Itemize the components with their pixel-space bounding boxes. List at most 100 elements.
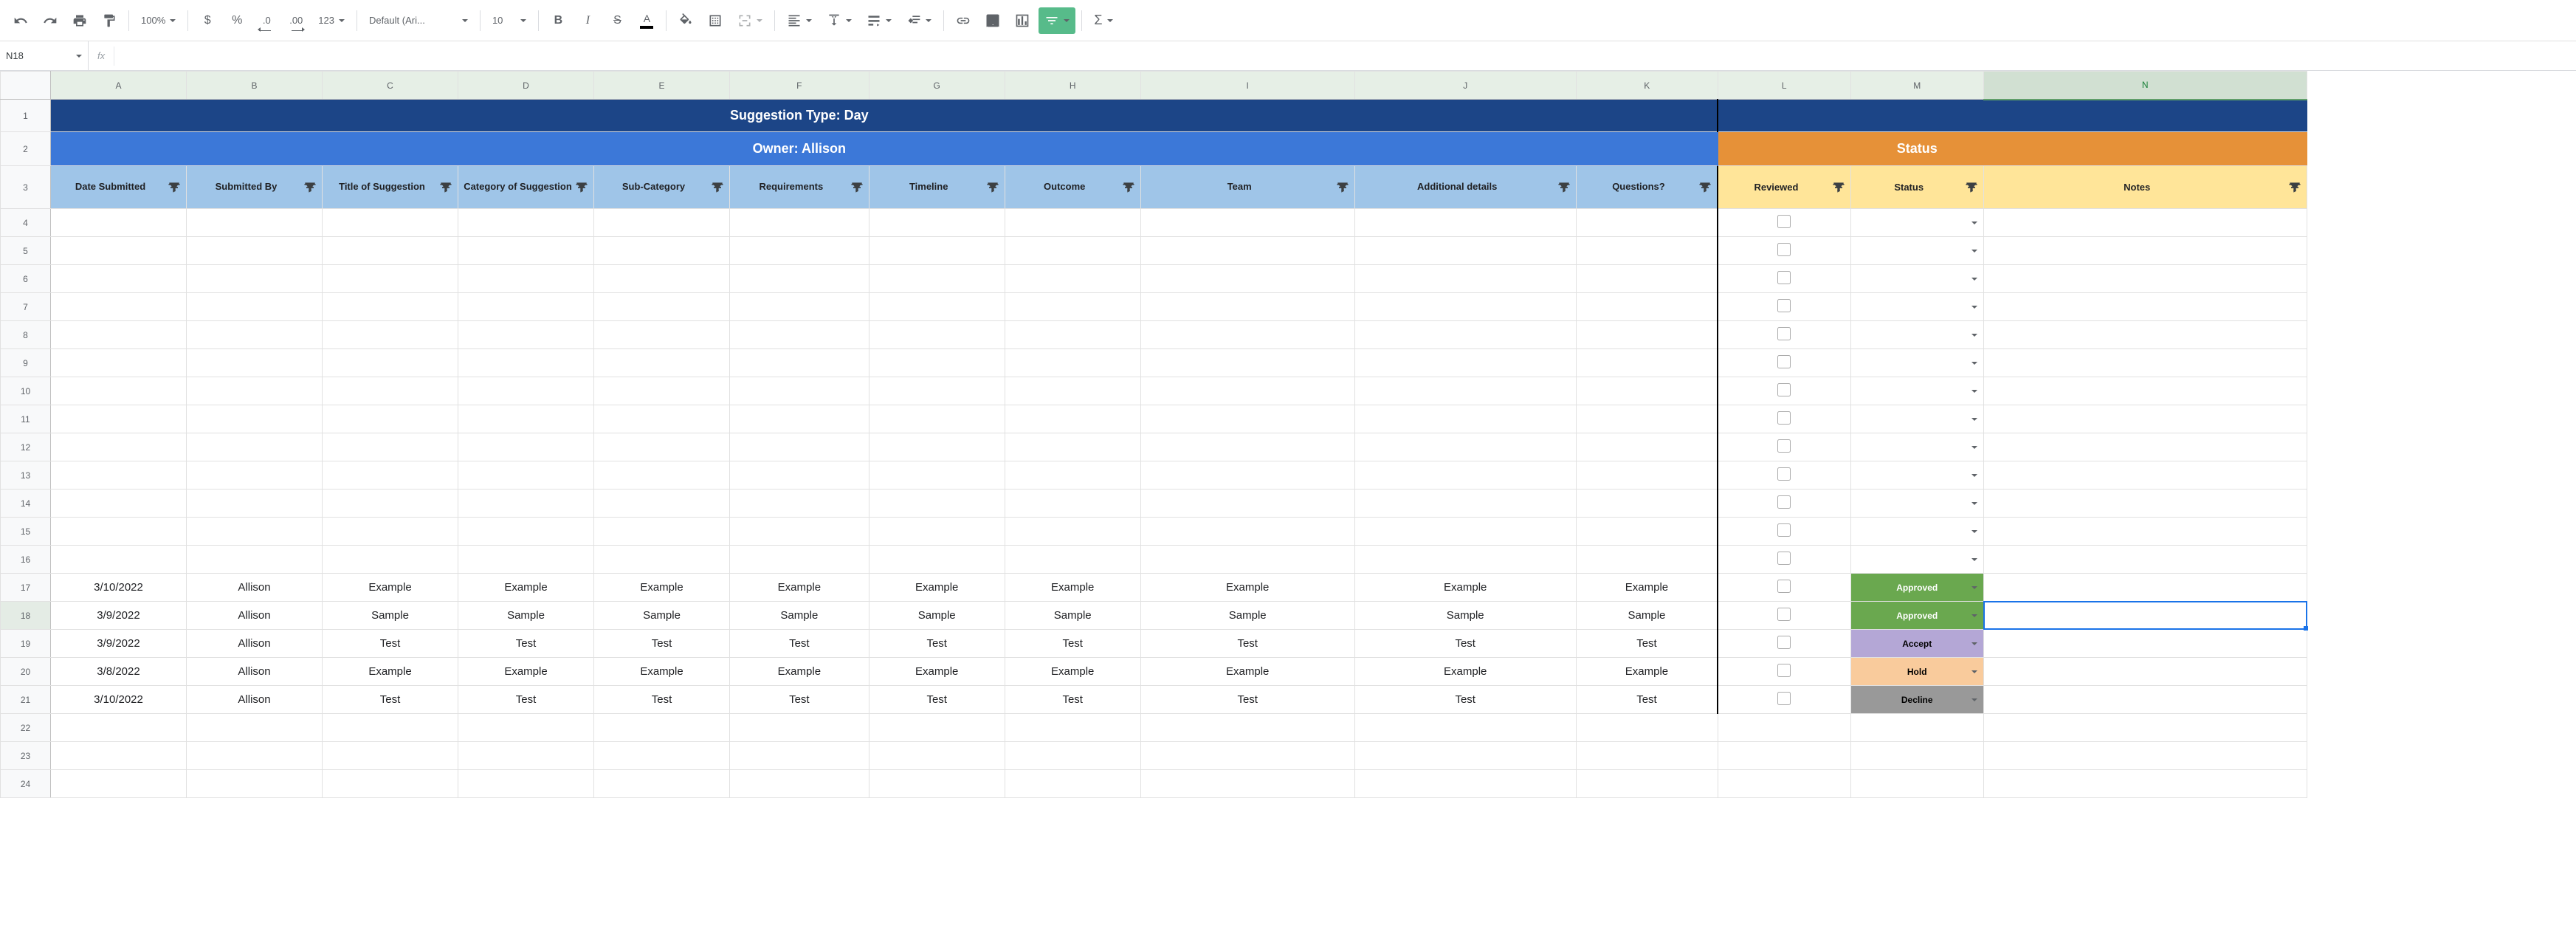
dropdown-arrow-icon[interactable]	[1971, 306, 1977, 309]
data-cell[interactable]: 3/8/2022	[51, 658, 187, 686]
cell[interactable]	[1140, 321, 1354, 349]
cell[interactable]	[869, 714, 1005, 742]
reviewed-checkbox-cell[interactable]	[1718, 546, 1850, 574]
cell[interactable]	[323, 405, 458, 433]
data-cell[interactable]: Sample	[730, 602, 869, 630]
cell[interactable]	[869, 377, 1005, 405]
filter-icon[interactable]	[710, 180, 725, 195]
column-header-cell[interactable]: Team	[1140, 166, 1354, 209]
cell[interactable]	[1718, 714, 1850, 742]
status-banner[interactable]	[1983, 132, 2307, 166]
cell[interactable]	[1140, 714, 1354, 742]
dropdown-arrow-icon[interactable]	[1971, 250, 1977, 253]
data-cell[interactable]: Sample	[458, 602, 594, 630]
increase-decimal-button[interactable]: .00	[283, 7, 309, 34]
cell[interactable]	[51, 490, 187, 518]
cell[interactable]	[458, 265, 594, 293]
data-cell[interactable]: Test	[1354, 686, 1576, 714]
link-button[interactable]	[950, 7, 977, 34]
cell[interactable]	[51, 433, 187, 461]
checkbox[interactable]	[1777, 636, 1791, 649]
halign-dropdown[interactable]	[781, 7, 818, 34]
cell[interactable]	[730, 742, 869, 770]
owner-banner[interactable]	[869, 132, 1005, 166]
cell[interactable]	[458, 546, 594, 574]
cell[interactable]	[1576, 405, 1718, 433]
column-header-cell[interactable]: Sub-Category	[594, 166, 730, 209]
cell[interactable]	[323, 433, 458, 461]
notes-cell[interactable]	[1983, 461, 2307, 490]
notes-cell[interactable]	[1983, 602, 2307, 630]
cell[interactable]	[1005, 377, 1140, 405]
cell[interactable]	[458, 405, 594, 433]
filter-icon[interactable]	[1964, 180, 1979, 195]
notes-cell[interactable]	[1983, 546, 2307, 574]
cell[interactable]	[594, 293, 730, 321]
checkbox[interactable]	[1777, 243, 1791, 256]
cell[interactable]	[187, 237, 323, 265]
data-cell[interactable]: Allison	[187, 658, 323, 686]
notes-cell[interactable]	[1983, 349, 2307, 377]
row-header[interactable]: 11	[1, 405, 51, 433]
data-cell[interactable]: Sample	[869, 602, 1005, 630]
cell[interactable]	[1718, 742, 1850, 770]
cell[interactable]	[323, 237, 458, 265]
status-cell[interactable]: Hold	[1850, 658, 1983, 686]
col-header[interactable]: K	[1576, 72, 1718, 100]
cell[interactable]	[1850, 770, 1983, 798]
font-dropdown[interactable]: Default (Ari...	[363, 7, 474, 34]
reviewed-checkbox-cell[interactable]	[1718, 574, 1850, 602]
cell[interactable]	[1354, 377, 1576, 405]
cell[interactable]	[594, 490, 730, 518]
title-banner[interactable]	[187, 100, 323, 132]
cell[interactable]	[187, 209, 323, 237]
reviewed-checkbox-cell[interactable]	[1718, 461, 1850, 490]
col-header[interactable]: H	[1005, 72, 1140, 100]
data-cell[interactable]: Allison	[187, 686, 323, 714]
cell[interactable]	[594, 209, 730, 237]
cell[interactable]	[1576, 546, 1718, 574]
data-cell[interactable]: Test	[1140, 630, 1354, 658]
data-cell[interactable]: Example	[594, 574, 730, 602]
row-header[interactable]: 21	[1, 686, 51, 714]
data-cell[interactable]: Example	[730, 658, 869, 686]
cell[interactable]	[323, 265, 458, 293]
cell[interactable]	[1005, 349, 1140, 377]
status-cell[interactable]: Decline	[1850, 686, 1983, 714]
cell[interactable]	[1983, 742, 2307, 770]
cell[interactable]	[187, 349, 323, 377]
owner-banner[interactable]	[323, 132, 458, 166]
cell[interactable]	[1140, 433, 1354, 461]
dropdown-arrow-icon[interactable]	[1971, 698, 1977, 701]
checkbox[interactable]	[1777, 552, 1791, 565]
cell[interactable]	[1005, 321, 1140, 349]
cell[interactable]	[51, 349, 187, 377]
cell[interactable]	[1005, 714, 1140, 742]
cell[interactable]	[187, 265, 323, 293]
reviewed-checkbox-cell[interactable]	[1718, 658, 1850, 686]
cell[interactable]	[323, 461, 458, 490]
cell[interactable]	[323, 293, 458, 321]
cell[interactable]	[187, 461, 323, 490]
functions-dropdown[interactable]: Σ	[1088, 7, 1118, 34]
data-cell[interactable]: Test	[1005, 630, 1140, 658]
cell[interactable]	[1140, 405, 1354, 433]
cell[interactable]	[1354, 293, 1576, 321]
cell[interactable]	[1140, 293, 1354, 321]
chart-button[interactable]	[1009, 7, 1036, 34]
cell[interactable]	[1005, 770, 1140, 798]
column-header-cell[interactable]: Reviewed	[1718, 166, 1850, 209]
cell[interactable]	[51, 405, 187, 433]
data-cell[interactable]: Test	[1005, 686, 1140, 714]
status-cell[interactable]	[1850, 321, 1983, 349]
data-cell[interactable]: Test	[1354, 630, 1576, 658]
row-header[interactable]: 13	[1, 461, 51, 490]
checkbox[interactable]	[1777, 327, 1791, 340]
filter-icon[interactable]	[1557, 180, 1571, 195]
status-cell[interactable]: Approved	[1850, 574, 1983, 602]
notes-cell[interactable]	[1983, 405, 2307, 433]
cell[interactable]	[1354, 433, 1576, 461]
cell[interactable]	[594, 433, 730, 461]
status-banner[interactable]: Status	[1850, 132, 1983, 166]
cell[interactable]	[730, 490, 869, 518]
